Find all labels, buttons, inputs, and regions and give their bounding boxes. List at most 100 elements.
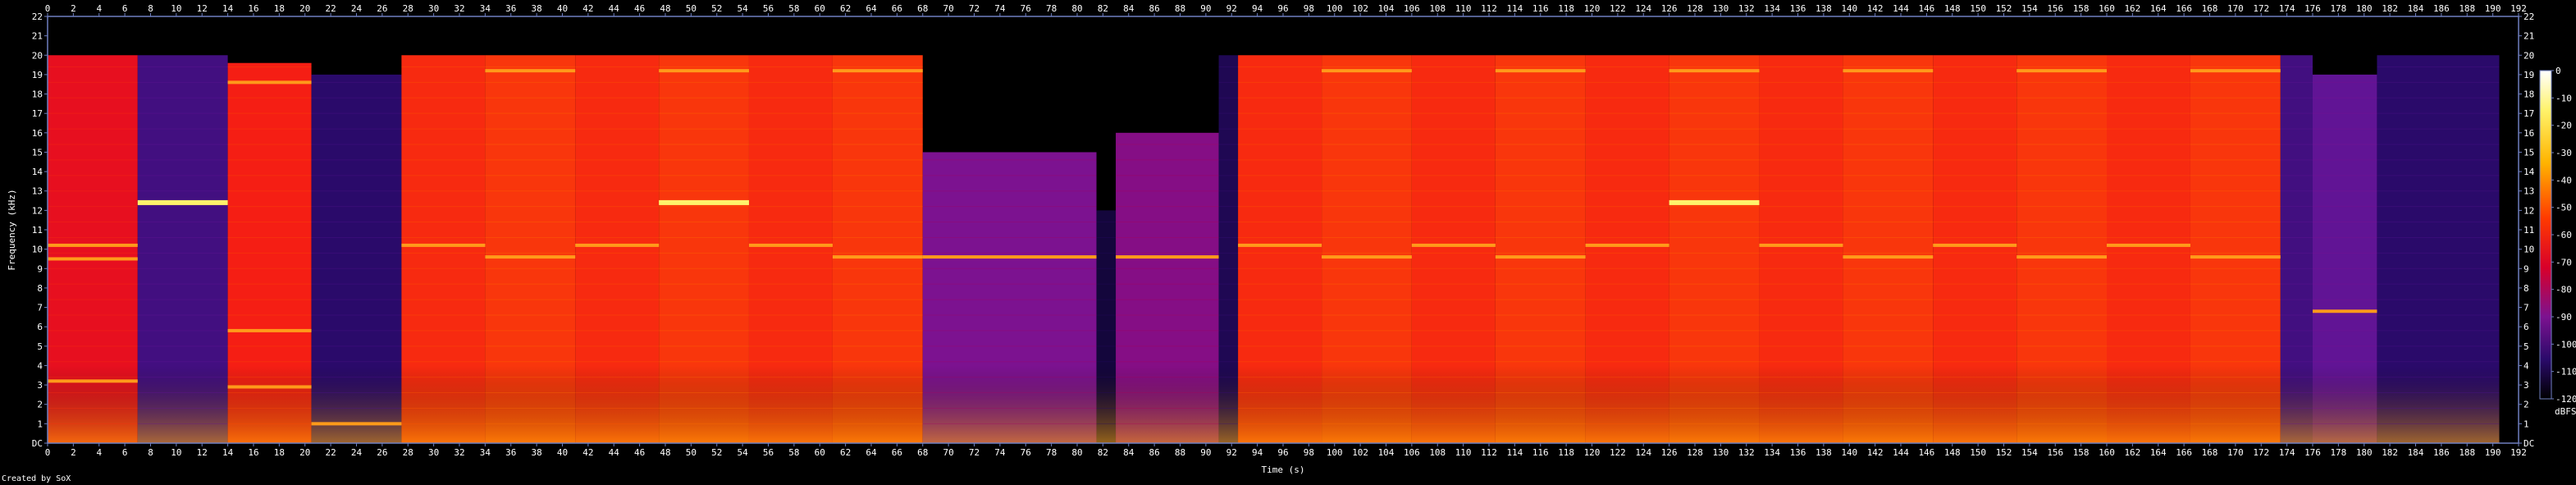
- colorbar-tick-label: -40: [2555, 175, 2572, 185]
- x-tick-label: 26: [377, 447, 387, 458]
- x-tick-label: 114: [1506, 447, 1523, 458]
- x-tick-label: 14: [222, 3, 234, 14]
- x-tick-label: 170: [2227, 447, 2244, 458]
- y-tick-label: 14: [32, 167, 43, 177]
- x-tick-label: 90: [1200, 447, 1211, 458]
- x-tick-label: 56: [763, 3, 774, 14]
- tone-line: [1238, 243, 1322, 247]
- y-tick-label: 10: [2523, 245, 2534, 255]
- x-tick-label: 154: [2021, 3, 2038, 14]
- x-tick-label: 2: [71, 447, 76, 458]
- x-tick-label: 58: [788, 447, 799, 458]
- y-tick-label: 15: [2523, 147, 2534, 158]
- x-tick-label: 144: [1893, 3, 1909, 14]
- y-tick-label: 5: [2523, 341, 2529, 352]
- y-tick-label: 2: [2523, 400, 2529, 410]
- tone-line: [1843, 69, 1934, 73]
- x-tick-label: 20: [299, 447, 310, 458]
- x-tick-label: 0: [45, 447, 51, 458]
- x-tick-label: 6: [122, 447, 128, 458]
- x-tick-label: 110: [1455, 447, 1472, 458]
- y-tick-label: 6: [2523, 322, 2529, 332]
- x-tick-label: 104: [1378, 447, 1395, 458]
- x-tick-label: 20: [299, 3, 310, 14]
- x-tick-label: 62: [840, 3, 851, 14]
- y-tick-label: 13: [2523, 186, 2534, 197]
- x-tick-label: 18: [274, 447, 285, 458]
- x-tick-label: 32: [454, 447, 464, 458]
- x-tick-label: 42: [582, 3, 593, 14]
- y-tick-label: 20: [2523, 50, 2534, 61]
- x-tick-label: 100: [1327, 3, 1343, 14]
- x-tick-label: 84: [1123, 447, 1135, 458]
- x-tick-label: 132: [1738, 3, 1755, 14]
- x-tick-label: 190: [2485, 447, 2501, 458]
- x-tick-label: 138: [1816, 3, 1832, 14]
- y-tick-label: 9: [2523, 263, 2529, 274]
- x-tick-label: 94: [1252, 3, 1263, 14]
- x-tick-label: 112: [1481, 447, 1497, 458]
- x-tick-label: 184: [2408, 3, 2424, 14]
- x-tick-label: 24: [351, 3, 363, 14]
- x-tick-label: 150: [1970, 447, 1986, 458]
- x-tick-label: 28: [403, 3, 413, 14]
- x-tick-label: 46: [634, 447, 645, 458]
- x-tick-label: 106: [1404, 447, 1420, 458]
- x-tick-label: 106: [1404, 3, 1420, 14]
- y-tick-label: 15: [32, 147, 43, 158]
- x-tick-label: 78: [1046, 447, 1057, 458]
- colorbar-tick-label: -80: [2555, 285, 2572, 295]
- y-tick-label: 18: [32, 89, 43, 100]
- y-axis-title: Frequency (kHz): [7, 189, 17, 270]
- x-tick-label: 102: [1352, 447, 1368, 458]
- x-tick-label: 94: [1252, 447, 1263, 458]
- x-tick-label: 98: [1304, 3, 1314, 14]
- x-tick-label: 16: [248, 447, 258, 458]
- footer-credit: Created by SoX: [2, 474, 71, 483]
- x-tick-label: 52: [711, 3, 722, 14]
- tone-line: [659, 199, 749, 205]
- x-tick-label: 12: [197, 447, 208, 458]
- colorbar-tick-label: -120: [2555, 394, 2576, 405]
- x-tick-label: 172: [2253, 447, 2269, 458]
- x-tick-label: 186: [2433, 447, 2450, 458]
- x-axis-title: Time (s): [1262, 464, 1305, 475]
- x-tick-label: 42: [582, 447, 593, 458]
- x-tick-label: 140: [1841, 3, 1857, 14]
- x-tick-label: 158: [2073, 3, 2090, 14]
- x-tick-label: 128: [1687, 447, 1703, 458]
- tone-line: [1495, 69, 1586, 73]
- x-tick-label: 92: [1226, 3, 1237, 14]
- spectrogram-chart: 0 2 4 6 8 10 12 14 16 18 20 22 24 26 28 30 32 34 36 38 40 42 4…: [0, 0, 2576, 485]
- x-tick-label: 168: [2202, 447, 2218, 458]
- x-tick-label: 164: [2150, 447, 2167, 458]
- x-tick-label: 164: [2150, 3, 2167, 14]
- colorbar-tick-label: -90: [2555, 312, 2572, 323]
- x-tick-label: 120: [1584, 447, 1601, 458]
- x-tick-label: 16: [248, 3, 258, 14]
- x-tick-label: 10: [171, 447, 181, 458]
- x-tick-label: 70: [943, 447, 954, 458]
- x-tick-label: 44: [609, 447, 620, 458]
- x-tick-label: 100: [1327, 447, 1343, 458]
- x-tick-label: 134: [1764, 3, 1780, 14]
- tone-line: [401, 243, 486, 247]
- x-tick-label: 10: [171, 3, 181, 14]
- y-tick-label: 17: [2523, 108, 2534, 119]
- x-tick-label: 96: [1277, 447, 1288, 458]
- x-tick-label: 34: [480, 447, 491, 458]
- y-tick-label: 11: [2523, 225, 2534, 236]
- y-tick-label: 10: [32, 245, 43, 255]
- x-tick-label: 154: [2021, 447, 2038, 458]
- x-tick-label: 80: [1071, 3, 1082, 14]
- colorbar: [2539, 70, 2552, 400]
- tone-line: [2190, 69, 2281, 73]
- x-tick-label: 174: [2279, 447, 2295, 458]
- colorbar-tick-label: -20: [2555, 121, 2572, 131]
- x-tick-label: 162: [2124, 3, 2140, 14]
- y-tick-label: 16: [32, 128, 43, 139]
- tone-line: [832, 69, 923, 73]
- y-tick-label: 2: [37, 400, 43, 410]
- y-tick-label: 1: [37, 419, 43, 429]
- x-tick-label: 172: [2253, 3, 2269, 14]
